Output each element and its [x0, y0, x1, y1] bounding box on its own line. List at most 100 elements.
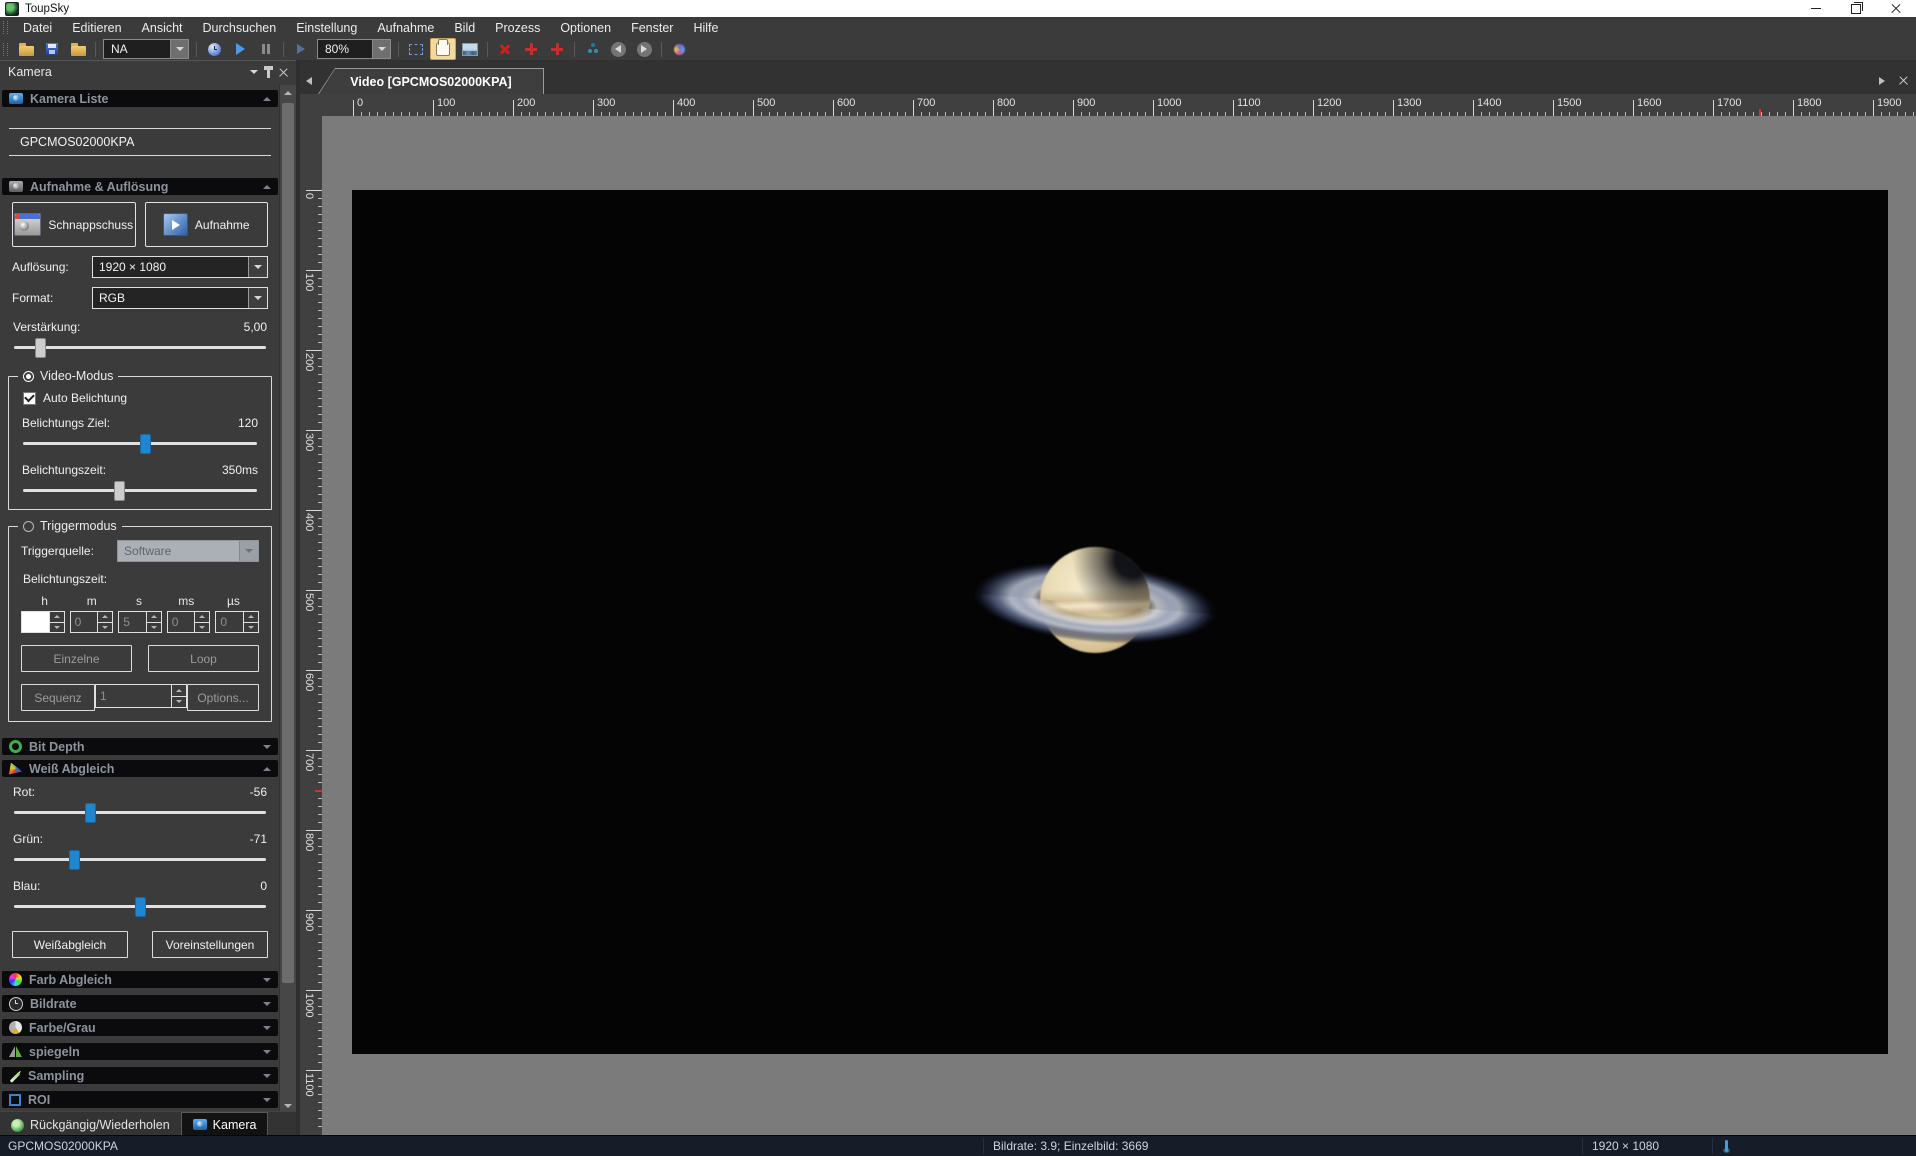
tab-rueckgaengig-wiederholen[interactable]: Rückgängig/Wiederholen	[0, 1114, 181, 1136]
zoom-select-button[interactable]	[404, 39, 428, 59]
minutes-spinner[interactable]: 0	[70, 611, 114, 633]
menu-aufnahme[interactable]: Aufnahme	[367, 17, 444, 38]
spin-down-icon[interactable]	[244, 623, 258, 633]
spin-down-icon[interactable]	[98, 623, 112, 633]
spin-down-icon[interactable]	[195, 623, 209, 633]
spin-down-icon[interactable]	[172, 697, 186, 708]
spin-down-icon[interactable]	[147, 623, 161, 633]
image-view-button[interactable]	[458, 39, 482, 59]
section-sampling[interactable]: Sampling	[2, 1067, 278, 1084]
single-trigger-button[interactable]: Einzelne	[21, 645, 132, 672]
format-select[interactable]: RGB	[92, 287, 268, 309]
minimize-button[interactable]	[1796, 0, 1836, 17]
seconds-spinner[interactable]: 5	[118, 611, 162, 633]
dropdown-arrow-icon[interactable]	[248, 257, 267, 277]
menu-optionen[interactable]: Optionen	[550, 17, 621, 38]
video-mode-radio[interactable]	[23, 371, 34, 382]
section-bit-depth[interactable]: Bit Depth	[2, 738, 278, 755]
hours-value[interactable]	[21, 611, 50, 633]
zoom-combo[interactable]: 80%	[317, 39, 391, 59]
spin-up-icon[interactable]	[195, 612, 209, 623]
menu-einstellung[interactable]: Einstellung	[286, 17, 367, 38]
white-balance-button[interactable]: Weißabgleich	[12, 931, 128, 958]
exposure-target-slider[interactable]	[23, 434, 257, 452]
tab-kamera[interactable]: Kamera	[181, 1112, 269, 1136]
video-frame[interactable]	[352, 190, 1888, 1054]
back-button[interactable]	[606, 39, 630, 59]
exposure-time-thumb[interactable]	[114, 481, 125, 501]
save-button[interactable]	[40, 39, 64, 59]
document-close-icon[interactable]	[1899, 76, 1908, 85]
close-button[interactable]	[1876, 0, 1916, 17]
effects-button[interactable]	[667, 39, 691, 59]
sequence-count-spinner[interactable]: 1	[95, 684, 187, 708]
marker-button-2[interactable]	[545, 39, 569, 59]
blue-slider[interactable]	[14, 897, 266, 915]
play-button[interactable]	[228, 39, 252, 59]
section-bildrate[interactable]: Bildrate	[2, 995, 278, 1012]
toolbar-grip[interactable]	[3, 43, 8, 56]
spin-up-icon[interactable]	[50, 612, 64, 623]
menu-editieren[interactable]: Editieren	[62, 17, 131, 38]
na-combo-arrow[interactable]	[170, 40, 188, 58]
menubar-grip[interactable]	[3, 21, 8, 34]
red-slider-thumb[interactable]	[85, 803, 96, 823]
microseconds-value[interactable]: 0	[215, 611, 244, 633]
section-aufnahme-aufloesung[interactable]: Aufnahme & Auflösung	[2, 178, 278, 195]
milliseconds-value[interactable]: 0	[167, 611, 196, 633]
section-spiegeln[interactable]: spiegeln	[2, 1043, 278, 1060]
scrollbar-thumb[interactable]	[282, 103, 294, 983]
forward-button[interactable]	[632, 39, 656, 59]
section-roi[interactable]: ROI	[2, 1091, 278, 1108]
snapshot-button[interactable]: Schnappschuss	[12, 202, 136, 247]
options-button[interactable]: Options...	[187, 684, 259, 711]
tab-scroll-right-button[interactable]	[1879, 77, 1885, 85]
menu-durchsuchen[interactable]: Durchsuchen	[193, 17, 287, 38]
chevron-down-icon[interactable]	[250, 70, 258, 74]
browse-button[interactable]	[66, 39, 90, 59]
menu-prozess[interactable]: Prozess	[485, 17, 550, 38]
menu-ansicht[interactable]: Ansicht	[132, 17, 193, 38]
green-slider[interactable]	[14, 850, 266, 868]
record-button[interactable]: Aufnahme	[145, 202, 269, 247]
exposure-time-slider[interactable]	[23, 481, 257, 499]
zoom-combo-arrow[interactable]	[372, 40, 390, 58]
trigger-mode-radio[interactable]	[23, 521, 34, 532]
redo-action-button[interactable]	[289, 39, 313, 59]
gain-slider[interactable]	[14, 338, 266, 356]
tab-scroll-left-button[interactable]	[306, 77, 312, 85]
menu-datei[interactable]: Datei	[13, 17, 62, 38]
sequence-button[interactable]: Sequenz	[21, 684, 95, 711]
minutes-value[interactable]: 0	[70, 611, 99, 633]
panel-close-icon[interactable]	[279, 68, 288, 77]
scroll-up-button[interactable]	[280, 85, 296, 100]
delete-button[interactable]	[493, 39, 517, 59]
timer-button[interactable]	[202, 39, 226, 59]
hours-spinner[interactable]	[21, 611, 65, 633]
menu-hilfe[interactable]: Hilfe	[683, 17, 728, 38]
gain-slider-thumb[interactable]	[35, 338, 46, 358]
open-button[interactable]	[14, 39, 38, 59]
dropdown-arrow-icon[interactable]	[248, 288, 267, 308]
sequence-count-value[interactable]: 1	[95, 684, 172, 708]
pin-icon[interactable]	[267, 69, 270, 78]
red-slider[interactable]	[14, 803, 266, 821]
restore-button[interactable]	[1836, 0, 1876, 17]
hand-tool-button[interactable]	[430, 38, 456, 60]
loop-trigger-button[interactable]: Loop	[148, 645, 259, 672]
exposure-target-thumb[interactable]	[140, 434, 151, 454]
spin-up-icon[interactable]	[98, 612, 112, 623]
video-document-tab[interactable]: Video [GPCMOS02000KPA]	[318, 68, 544, 94]
spin-up-icon[interactable]	[172, 685, 186, 697]
milliseconds-spinner[interactable]: 0	[167, 611, 211, 633]
na-combo[interactable]: NA	[103, 39, 189, 59]
menu-fenster[interactable]: Fenster	[621, 17, 683, 38]
microseconds-spinner[interactable]: 0	[215, 611, 259, 633]
seconds-value[interactable]: 5	[118, 611, 147, 633]
spin-up-icon[interactable]	[244, 612, 258, 623]
section-weiss-abgleich[interactable]: Weiß Abgleich	[2, 760, 278, 777]
auto-exposure-checkbox[interactable]	[23, 392, 36, 405]
marker-button-1[interactable]	[519, 39, 543, 59]
menu-bild[interactable]: Bild	[444, 17, 485, 38]
cluster-button[interactable]	[580, 39, 604, 59]
